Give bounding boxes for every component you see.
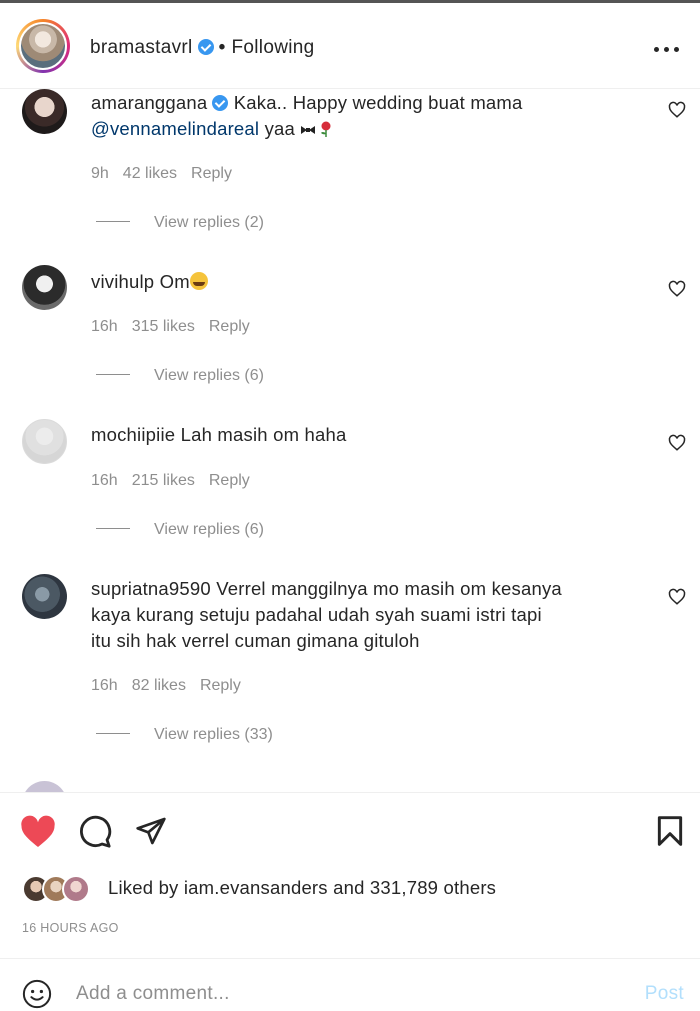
view-replies-label: View replies (6) bbox=[154, 367, 264, 384]
comment-meta: 16h 82 likes Reply bbox=[91, 677, 255, 695]
mention-link[interactable]: @vennamelindareal bbox=[91, 118, 259, 139]
reply-button[interactable]: Reply bbox=[191, 165, 232, 182]
commenter-avatar[interactable] bbox=[22, 265, 67, 310]
liked-by-prefix: Liked by bbox=[108, 877, 179, 898]
commenter-username[interactable]: mochiipiie bbox=[91, 424, 175, 445]
post-comment-button[interactable]: Post bbox=[645, 983, 684, 1005]
liker-avatar bbox=[62, 875, 90, 903]
comment-likes[interactable]: 315 likes bbox=[132, 318, 195, 335]
comment-input[interactable] bbox=[76, 979, 616, 1009]
verified-badge-icon bbox=[197, 39, 214, 55]
comment-time: 16h bbox=[91, 318, 118, 335]
comment-body: Lah masih om haha bbox=[180, 424, 347, 445]
comment-meta: 16h 215 likes Reply bbox=[91, 472, 264, 490]
comment-likes[interactable]: 215 likes bbox=[132, 472, 195, 489]
author-avatar[interactable] bbox=[16, 19, 70, 73]
ribbon-emoji-icon bbox=[301, 126, 316, 134]
comment-like-heart-icon[interactable] bbox=[668, 101, 686, 119]
rose-emoji-icon bbox=[321, 121, 331, 137]
author-username[interactable]: bramastavrl bbox=[90, 37, 193, 58]
author-row: bramastavrl • Following bbox=[90, 37, 314, 59]
comment-meta: 16h 315 likes Reply bbox=[91, 318, 264, 336]
comment-body-line3: itu sih hak verrel cuman gimana gituloh bbox=[91, 630, 420, 651]
verified-badge-icon bbox=[212, 95, 229, 111]
more-options-icon[interactable] bbox=[654, 47, 680, 53]
comment-likes[interactable]: 82 likes bbox=[132, 677, 186, 694]
comment-body-end: yaa bbox=[264, 118, 296, 139]
view-replies-label: View replies (2) bbox=[154, 214, 264, 231]
add-comment-bar: Post bbox=[0, 958, 700, 1011]
post-actions: Liked by iam.evansanders and 331,789 oth… bbox=[0, 792, 700, 952]
comment-body: Om bbox=[159, 271, 190, 292]
smiley-face-icon[interactable] bbox=[22, 979, 52, 1009]
commenter-avatar[interactable] bbox=[22, 419, 67, 464]
comment-text: mochiipiie Lah masih om haha bbox=[91, 422, 651, 448]
view-replies-divider bbox=[96, 374, 130, 375]
view-replies-button[interactable]: View replies (6) bbox=[96, 521, 264, 539]
comment-body-line2: kaya kurang setuju padahal udah syah sua… bbox=[91, 604, 542, 625]
commenter-username[interactable]: vivihulp bbox=[91, 271, 154, 292]
view-replies-divider bbox=[96, 733, 130, 734]
comments-list[interactable]: amaranggana Kaka.. Happy wedding buat ma… bbox=[0, 89, 700, 792]
view-replies-label: View replies (33) bbox=[154, 726, 273, 743]
comment-meta: 9h 42 likes Reply bbox=[91, 165, 246, 183]
following-button[interactable]: Following bbox=[232, 37, 315, 58]
send-icon[interactable] bbox=[134, 815, 168, 847]
post-time-ago: 16 HOURS AGO bbox=[22, 921, 119, 935]
comment-like-heart-icon[interactable] bbox=[668, 588, 686, 606]
reply-button[interactable]: Reply bbox=[209, 472, 250, 489]
comment-text: vivihulp Om bbox=[91, 269, 651, 295]
commenter-avatar[interactable] bbox=[22, 574, 67, 619]
comment-like-heart-icon[interactable] bbox=[668, 280, 686, 298]
bookmark-icon[interactable] bbox=[656, 815, 684, 847]
commenter-avatar[interactable] bbox=[22, 89, 67, 134]
comment-body: Kaka.. Happy wedding buat mama bbox=[233, 92, 523, 113]
comment-text: amaranggana Kaka.. Happy wedding buat ma… bbox=[91, 90, 651, 142]
view-replies-button[interactable]: View replies (2) bbox=[96, 214, 264, 232]
comment-bubble-icon[interactable] bbox=[78, 815, 112, 849]
commenter-username[interactable]: amaranggana bbox=[91, 92, 207, 113]
comment-time: 16h bbox=[91, 677, 118, 694]
comment-time: 9h bbox=[91, 165, 109, 182]
heart-filled-icon[interactable] bbox=[20, 815, 56, 849]
next-commenter-avatar[interactable] bbox=[22, 781, 67, 792]
view-replies-label: View replies (6) bbox=[154, 521, 264, 538]
comment-like-heart-icon[interactable] bbox=[668, 434, 686, 452]
laughing-face-emoji-icon bbox=[189, 272, 208, 290]
liked-by-text[interactable]: Liked by iam.evansanders and 331,789 oth… bbox=[108, 877, 496, 899]
view-replies-divider bbox=[96, 221, 130, 222]
commenter-username[interactable]: supriatna9590 bbox=[91, 578, 211, 599]
view-replies-button[interactable]: View replies (33) bbox=[96, 726, 273, 744]
view-replies-divider bbox=[96, 528, 130, 529]
comment-body-line1: Verrel manggilnya mo masih om kesanya bbox=[216, 578, 562, 599]
comment-text: supriatna9590 Verrel manggilnya mo masih… bbox=[91, 576, 651, 654]
post-header: bramastavrl • Following bbox=[0, 3, 700, 89]
view-replies-button[interactable]: View replies (6) bbox=[96, 367, 264, 385]
comment-likes[interactable]: 42 likes bbox=[123, 165, 177, 182]
liked-by-user[interactable]: iam.evansanders bbox=[184, 877, 328, 898]
reply-button[interactable]: Reply bbox=[200, 677, 241, 694]
separator-dot: • bbox=[218, 37, 226, 58]
reply-button[interactable]: Reply bbox=[209, 318, 250, 335]
comment-time: 16h bbox=[91, 472, 118, 489]
liked-by-count[interactable]: and 331,789 others bbox=[333, 877, 496, 898]
